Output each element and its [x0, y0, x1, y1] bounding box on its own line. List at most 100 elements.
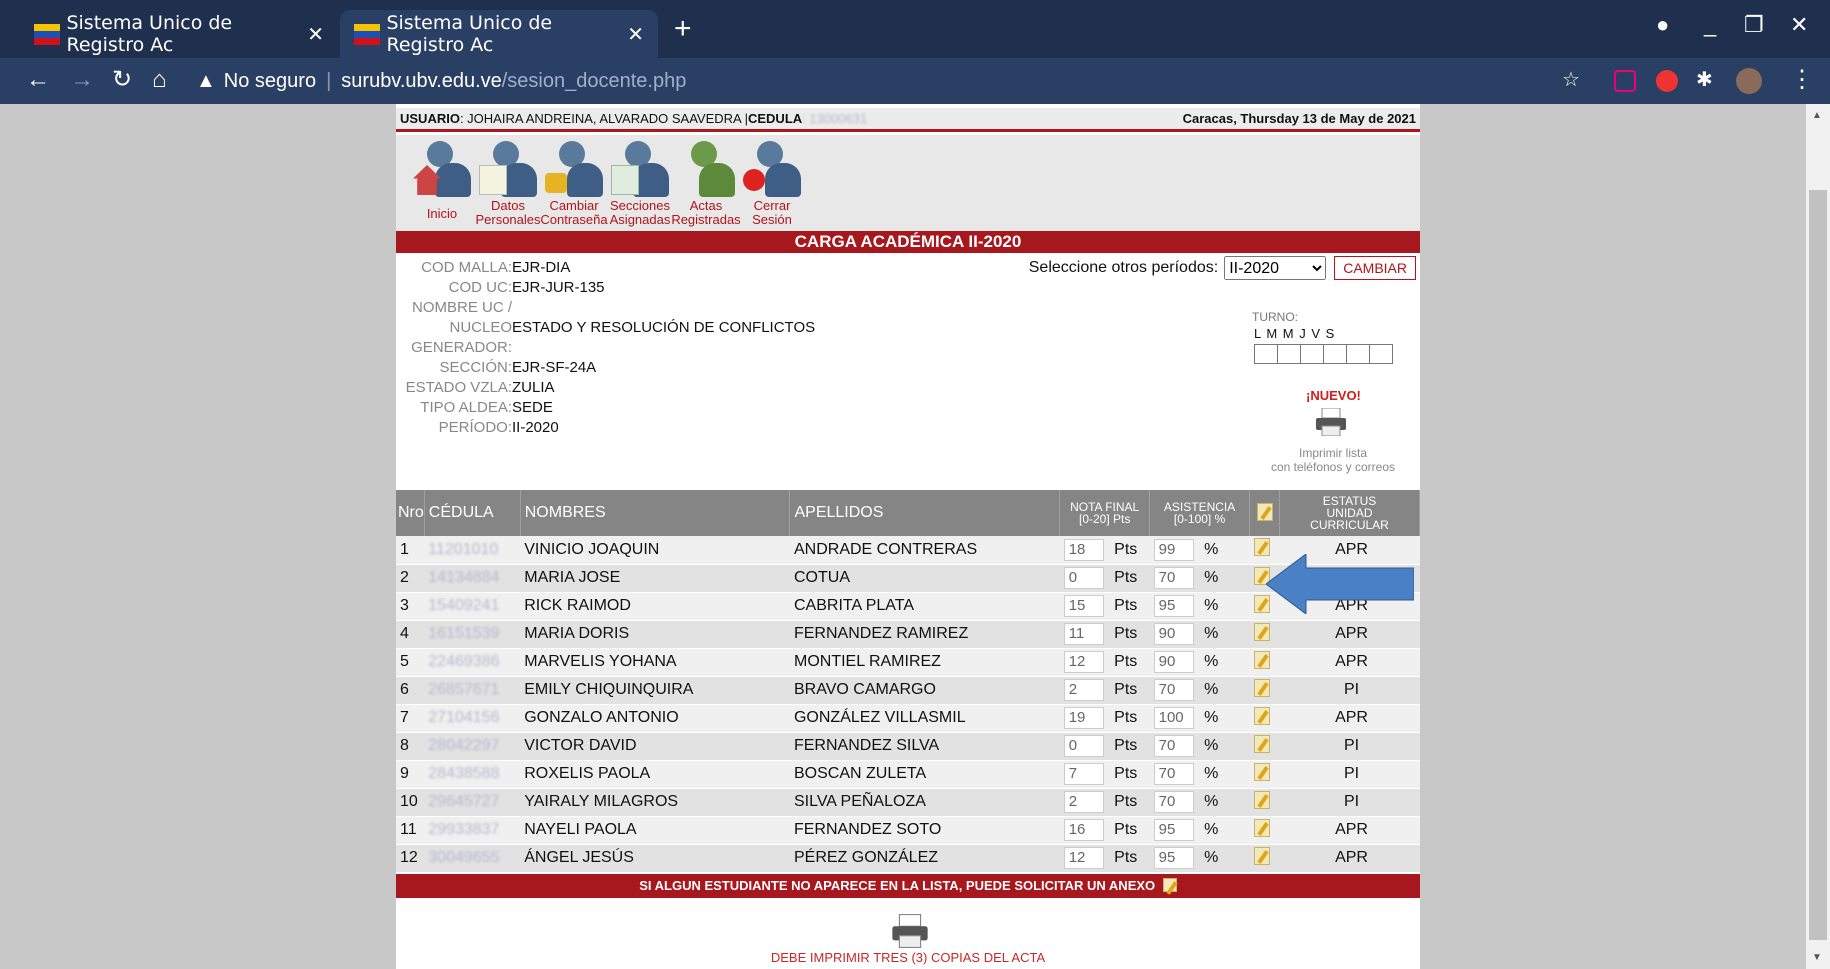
cell-asistencia: 70 % [1149, 732, 1250, 761]
extension-icon[interactable] [1656, 70, 1678, 92]
new-tab-button[interactable]: + [674, 14, 692, 44]
col-cedula: CÉDULA [424, 490, 521, 536]
cell-estatus: APR [1279, 816, 1420, 845]
edit-icon[interactable] [1253, 706, 1270, 725]
asistencia-input[interactable]: 90 [1153, 623, 1194, 645]
nota-input[interactable]: 7 [1063, 763, 1104, 785]
menu-cerrar-sesion[interactable]: Cerrar Sesión [734, 141, 810, 227]
asistencia-input[interactable]: 95 [1153, 819, 1194, 841]
print-list-link[interactable]: Imprimir lista con teléfonos y correos [1258, 446, 1408, 474]
cambiar-button[interactable]: CAMBIAR [1334, 256, 1416, 280]
nota-input[interactable]: 0 [1063, 735, 1104, 757]
tab-title: Sistema Unico de Registro Ac [386, 12, 553, 56]
cell-nota: 12 Pts [1059, 648, 1150, 677]
info-tipo-aldea: TIPO ALDEA:SEDE [420, 399, 553, 416]
nota-input[interactable]: 19 [1063, 707, 1104, 729]
nota-input[interactable]: 12 [1063, 847, 1104, 869]
menu-cambiar-contrasena[interactable]: Cambiar Contraseña [536, 141, 612, 227]
bookmark-star-icon[interactable]: ☆ [1562, 66, 1580, 94]
anexo-notice[interactable]: SI ALGUN ESTUDIANTE NO APARECE EN LA LIS… [396, 874, 1420, 898]
reload-icon[interactable]: ↻ [112, 66, 132, 94]
edit-icon[interactable] [1253, 762, 1270, 781]
close-window-icon[interactable]: ✕ [1790, 12, 1808, 38]
cell-nombres: EMILY CHIQUINQUIRA [520, 676, 790, 705]
asistencia-input[interactable]: 100 [1153, 707, 1194, 729]
asistencia-input[interactable]: 70 [1153, 791, 1194, 813]
page-title: CARGA ACADÉMICA II-2020 [396, 231, 1420, 253]
asistencia-input[interactable]: 70 [1153, 679, 1194, 701]
profile-menu-icon[interactable]: ● [1656, 12, 1669, 38]
table-row: 6 26857671 EMILY CHIQUINQUIRA BRAVO CAMARGO… [396, 676, 1420, 705]
scrollbar-thumb[interactable] [1809, 190, 1827, 940]
restore-icon[interactable]: ❐ [1744, 12, 1764, 38]
nota-input[interactable]: 12 [1063, 651, 1104, 673]
menu-secciones-asignadas[interactable]: Secciones Asignadas [602, 141, 678, 227]
table-row: 7 27104156 GONZALO ANTONIO GONZÁLEZ VILLASM… [396, 704, 1420, 733]
edit-icon[interactable] [1253, 734, 1270, 753]
pocket-icon[interactable] [1614, 70, 1636, 92]
asistencia-input[interactable]: 90 [1153, 651, 1194, 673]
edit-icon[interactable] [1253, 650, 1270, 669]
nota-input[interactable]: 2 [1063, 679, 1104, 701]
asistencia-input[interactable]: 95 [1153, 847, 1194, 869]
edit-icon[interactable] [1253, 790, 1270, 809]
extensions-puzzle-icon[interactable]: ✱ [1696, 66, 1713, 94]
cell-nota: 18 Pts [1059, 536, 1150, 565]
nota-input[interactable]: 15 [1063, 595, 1104, 617]
browser-tab-1[interactable]: Sistema Unico de Registro Ac ✕ [20, 10, 338, 58]
menu-inicio[interactable]: Inicio [404, 141, 480, 221]
edit-icon[interactable] [1253, 678, 1270, 697]
cell-nombres: ÁNGEL JESÚS [520, 844, 790, 873]
edit-icon[interactable] [1253, 818, 1270, 837]
scroll-down-arrow-icon[interactable]: ▼ [1812, 952, 1822, 963]
address-bar[interactable]: ▲ No seguro | surubv.ubv.edu.ve /sesion_… [196, 64, 1496, 98]
printer-icon[interactable] [890, 914, 930, 948]
current-date: Caracas, Thursday 13 de May de 2021 [1182, 111, 1416, 126]
asistencia-input[interactable]: 70 [1153, 763, 1194, 785]
nota-input[interactable]: 2 [1063, 791, 1104, 813]
cell-asistencia: 70 % [1149, 760, 1250, 789]
close-tab-icon[interactable]: ✕ [627, 22, 644, 46]
asistencia-input[interactable]: 99 [1153, 538, 1194, 561]
edit-icon[interactable] [1253, 622, 1270, 641]
main-menu: Inicio Datos Personales Cambiar Contrase… [396, 135, 1420, 231]
cell-nombres: MARVELIS YOHANA [520, 648, 790, 677]
cell-apellidos: BRAVO CAMARGO [789, 676, 1060, 705]
nota-input[interactable]: 16 [1063, 819, 1104, 841]
asistencia-input[interactable]: 70 [1153, 735, 1194, 757]
info-estado: ESTADO VZLA:ZULIA [405, 379, 555, 396]
menu-datos-personales[interactable]: Datos Personales [470, 141, 546, 227]
venezuela-flag-icon [34, 24, 60, 45]
page-content: USUARIO : JOHAIRA ANDREINA, ALVARADO SAA… [396, 104, 1420, 969]
scroll-up-arrow-icon[interactable]: ▲ [1812, 110, 1822, 121]
user-label: USUARIO [400, 111, 460, 126]
table-row: 10 29645727 YAIRALY MILAGROS SILVA PEÑALOZA… [396, 788, 1420, 817]
asistencia-input[interactable]: 95 [1153, 595, 1194, 617]
forward-icon[interactable]: → [70, 66, 94, 94]
day-box [1300, 344, 1324, 364]
minimize-icon[interactable]: _ [1704, 12, 1716, 38]
security-label: No seguro [223, 69, 317, 92]
menu-actas-registradas[interactable]: Actas Registradas [668, 141, 744, 227]
edit-icon[interactable] [1253, 846, 1270, 865]
table-row: 8 28042297 VICTOR DAVID FERNANDEZ SILVA 0 Pt… [396, 732, 1420, 761]
home-icon[interactable]: ⌂ [152, 66, 167, 94]
back-icon[interactable]: ← [26, 66, 50, 94]
cell-asistencia: 90 % [1149, 648, 1250, 677]
col-nombres: NOMBRES [520, 490, 791, 536]
cell-cedula: 15409241 [424, 592, 521, 621]
printer-icon[interactable] [1314, 408, 1348, 436]
browser-tab-2[interactable]: Sistema Unico de Registro Ac ✕ [340, 10, 658, 58]
asistencia-input[interactable]: 70 [1153, 567, 1194, 589]
cell-asistencia: 90 % [1149, 620, 1250, 649]
nota-input[interactable]: 18 [1063, 538, 1104, 561]
nota-input[interactable]: 11 [1063, 623, 1104, 645]
info-nombre-uc: NOMBRE UC / [411, 299, 512, 316]
course-info: COD MALLA:EJR-DIA COD UC:EJR-JUR-135 NOM… [396, 258, 1246, 438]
avatar[interactable] [1736, 68, 1762, 94]
close-tab-icon[interactable]: ✕ [307, 22, 324, 46]
user-name: : JOHAIRA ANDREINA, ALVARADO SAAVEDRA | [459, 111, 748, 126]
kebab-menu-icon[interactable]: ⋮ [1790, 66, 1814, 94]
cell-cedula: 11201010 [424, 536, 521, 565]
nota-input[interactable]: 0 [1063, 567, 1104, 589]
